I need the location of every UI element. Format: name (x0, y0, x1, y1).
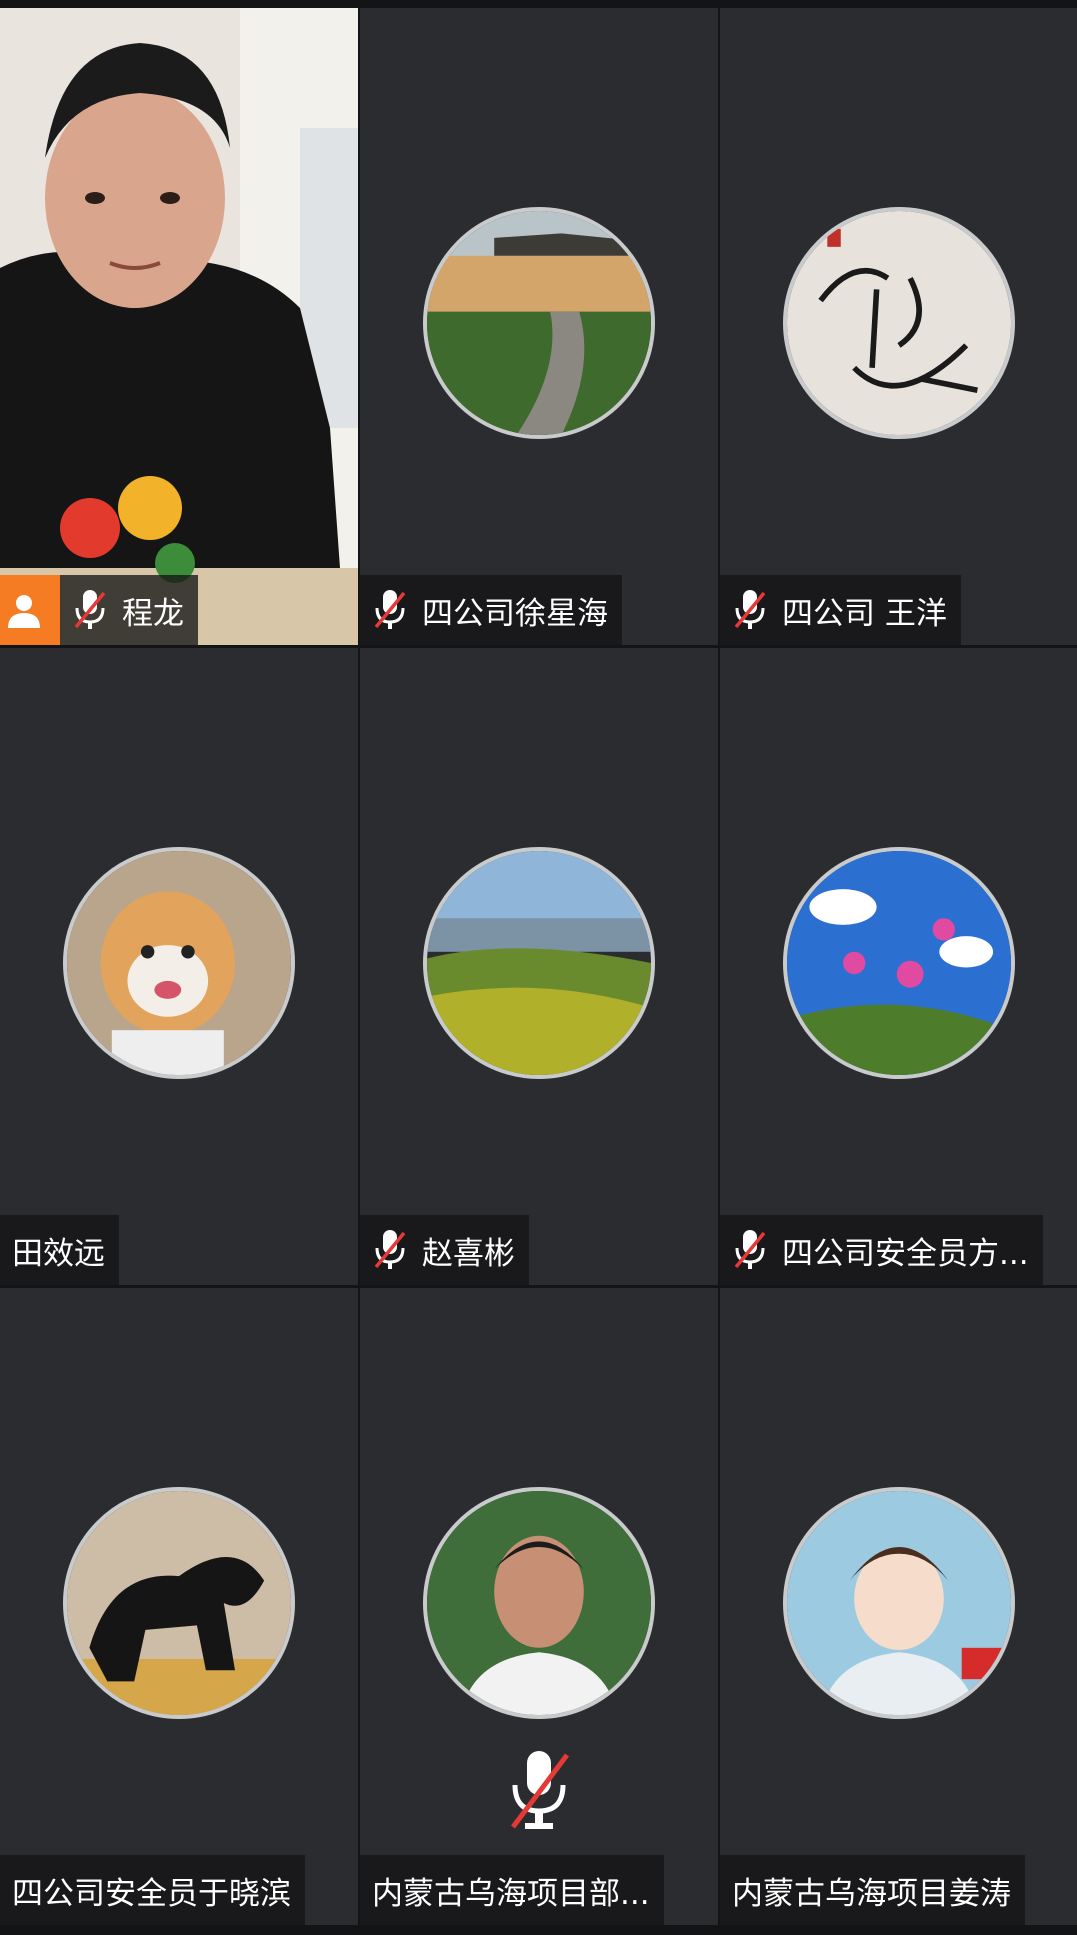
avatar (423, 207, 655, 439)
participant-tile[interactable]: 赵喜彬 (360, 648, 718, 1285)
participant-name: 赵喜彬 (422, 1235, 515, 1272)
name-label: 四公司安全员方... (720, 1215, 1043, 1285)
participant-tile[interactable]: 四公司徐星海 (360, 8, 718, 645)
participant-name: 内蒙古乌海项目姜涛 (732, 1875, 1011, 1912)
participant-tile[interactable]: 内蒙古乌海项目姜涛 (720, 1288, 1077, 1925)
name-label: 内蒙古乌海项目姜涛 (720, 1855, 1025, 1925)
host-person-icon (0, 575, 60, 645)
name-label: 四公司安全员于晓滨 (0, 1855, 305, 1925)
muted-mic-icon (374, 1230, 406, 1269)
participant-name: 田效远 (12, 1235, 105, 1272)
participant-tile[interactable]: 四公司安全员于晓滨 (0, 1288, 358, 1925)
avatar (783, 207, 1015, 439)
name-label: 赵喜彬 (360, 1215, 529, 1285)
avatar (63, 847, 295, 1079)
name-label: 程龙 (0, 575, 198, 645)
participant-name: 四公司安全员于晓滨 (12, 1875, 291, 1912)
avatar (783, 847, 1015, 1079)
muted-mic-icon (74, 590, 106, 629)
avatar (423, 1487, 655, 1719)
participant-tile[interactable]: 四公司 王洋 (720, 8, 1077, 645)
name-label: 四公司徐星海 (360, 575, 622, 645)
video-grid: 程龙 四公司徐星海 四公司 王洋 田效远 赵喜彬 四公司安全员方... 四公司安… (0, 8, 1077, 1935)
participant-tile[interactable]: 四公司安全员方... (720, 648, 1077, 1285)
participant-name: 程龙 (122, 595, 184, 632)
participant-name: 四公司徐星海 (422, 595, 608, 632)
name-label: 田效远 (0, 1215, 119, 1285)
participant-name: 四公司安全员方... (782, 1235, 1029, 1272)
muted-mic-icon (374, 590, 406, 629)
avatar (63, 1487, 295, 1719)
participant-tile[interactable]: 程龙 (0, 8, 358, 645)
muted-mic-icon (734, 1230, 766, 1269)
participant-name: 内蒙古乌海项目部... (372, 1875, 650, 1912)
name-label: 内蒙古乌海项目部... (360, 1855, 664, 1925)
avatar (783, 1487, 1015, 1719)
avatar (423, 847, 655, 1079)
toggle-mute-button[interactable] (503, 1747, 575, 1833)
camera-feed (0, 8, 358, 645)
participant-tile[interactable]: 田效远 (0, 648, 358, 1285)
participant-name: 四公司 王洋 (782, 595, 947, 632)
name-label: 四公司 王洋 (720, 575, 961, 645)
muted-mic-icon (734, 590, 766, 629)
